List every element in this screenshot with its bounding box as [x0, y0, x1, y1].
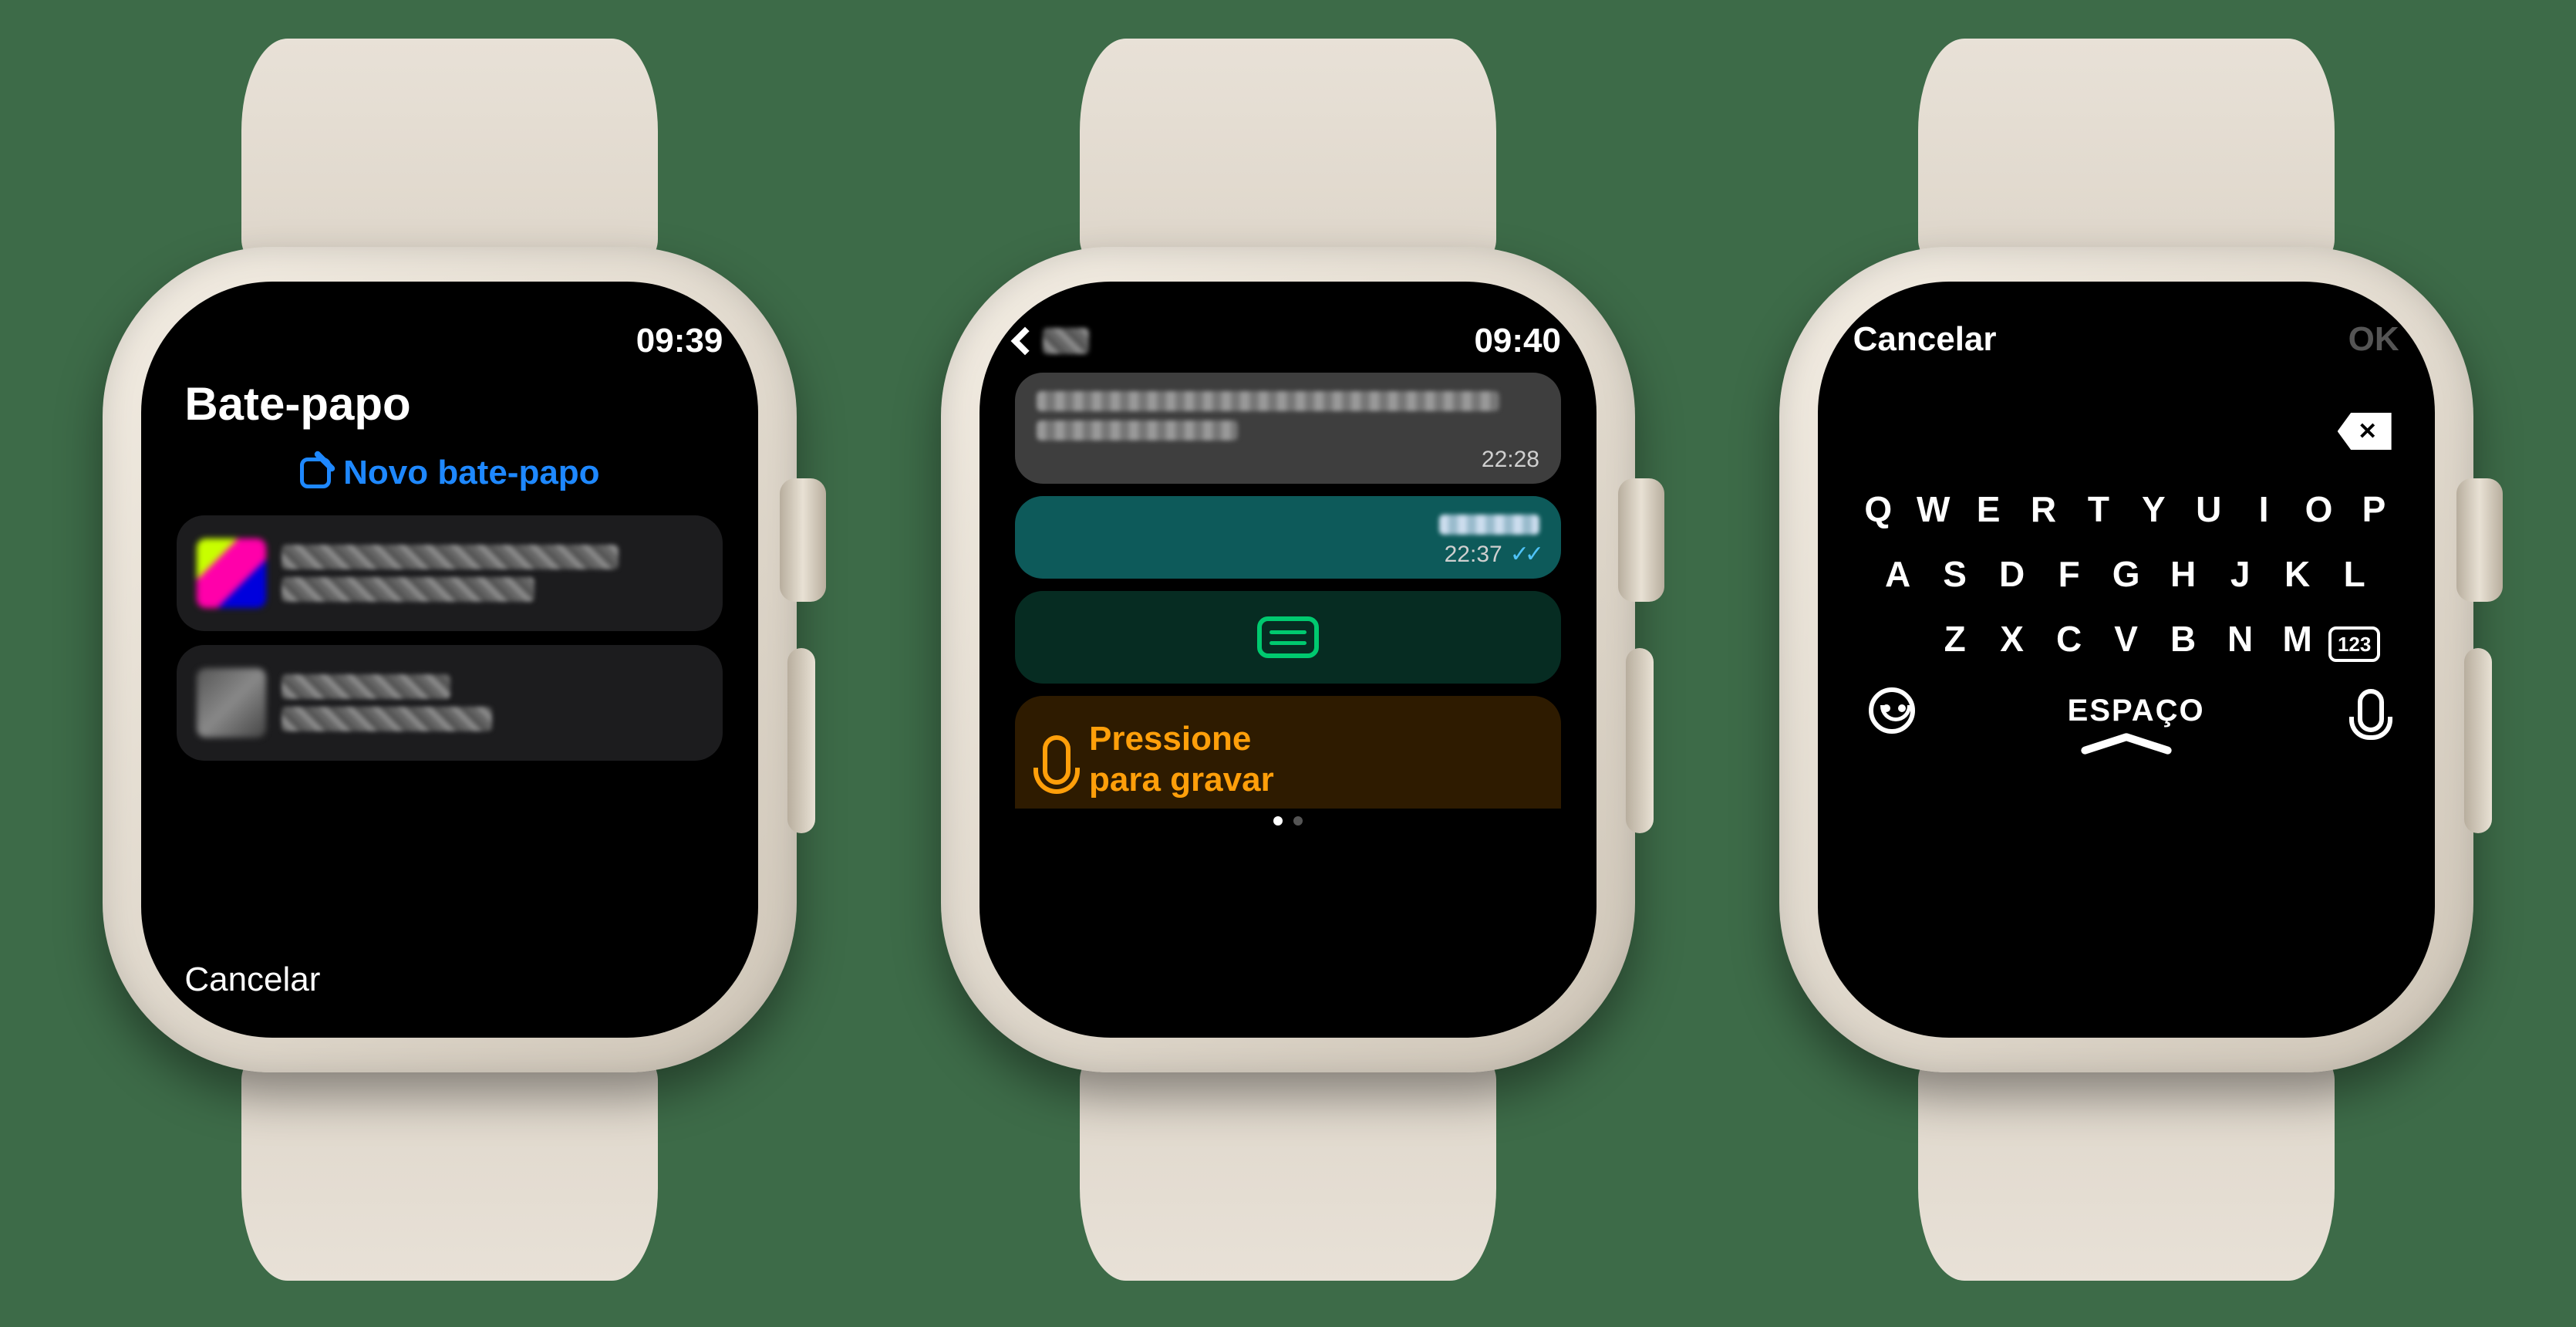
emoji-key[interactable]	[1869, 687, 1915, 734]
avatar	[197, 539, 266, 608]
band-bottom	[241, 1049, 658, 1281]
watch-3: Cancelar OK QWERTYUIOP ASDFGHJKL ZXCVBNM…	[1741, 39, 2512, 1288]
digital-crown[interactable]	[1618, 478, 1664, 602]
message-outgoing[interactable]: 22:37 ✓✓	[1015, 496, 1561, 579]
side-button[interactable]	[2464, 648, 2492, 833]
new-chat-button[interactable]: Novo bate-papo	[177, 454, 723, 492]
page-title: Bate-papo	[184, 377, 723, 431]
keyboard-icon	[1257, 616, 1319, 658]
key-t[interactable]: T	[2073, 488, 2123, 530]
cancel-button[interactable]: Cancelar	[184, 961, 723, 1007]
watch-2: 09:40 22:28 22:37 ✓✓	[902, 39, 1674, 1288]
keyboard-bottom-row: ESPAÇO	[1853, 687, 2399, 734]
digital-crown[interactable]	[2456, 478, 2503, 602]
key-v[interactable]: V	[2100, 618, 2153, 660]
message-time: 22:37	[1445, 542, 1502, 568]
key-d[interactable]: D	[1986, 553, 2038, 595]
band-bottom	[1918, 1049, 2335, 1281]
key-k[interactable]: K	[2271, 553, 2324, 595]
avatar	[197, 668, 266, 738]
key-e[interactable]: E	[1963, 488, 2013, 530]
cancel-button[interactable]: Cancelar	[1853, 320, 1997, 359]
key-n[interactable]: N	[2214, 618, 2267, 660]
keyboard-row-1: QWERTYUIOP	[1853, 488, 2399, 530]
clock: 09:39	[636, 322, 723, 360]
numbers-key[interactable]: 123	[2328, 618, 2381, 660]
key-f[interactable]: F	[2043, 553, 2096, 595]
record-voice-button[interactable]: Pressione para gravar	[1015, 696, 1561, 809]
key-y[interactable]: Y	[2129, 488, 2179, 530]
status-bar: 09:40	[1015, 320, 1561, 362]
keyboard-header: Cancelar OK	[1853, 320, 2399, 359]
side-button[interactable]	[787, 648, 815, 833]
key-u[interactable]: U	[2183, 488, 2234, 530]
ok-button[interactable]: OK	[2348, 320, 2399, 359]
backspace-key[interactable]	[2338, 413, 2392, 450]
key-o[interactable]: O	[2294, 488, 2344, 530]
band-top	[241, 39, 658, 270]
key-j[interactable]: J	[2214, 553, 2267, 595]
key-p[interactable]: P	[2348, 488, 2399, 530]
dictation-key[interactable]	[2358, 689, 2384, 732]
key-z[interactable]: Z	[1929, 618, 1981, 660]
key-s[interactable]: S	[1929, 553, 1981, 595]
key-x[interactable]: X	[1986, 618, 2038, 660]
keyboard-row-2: ASDFGHJKL	[1853, 553, 2399, 595]
chevron-left-icon	[1011, 327, 1040, 356]
key-m[interactable]: M	[2271, 618, 2324, 660]
clock: 09:40	[1474, 322, 1561, 360]
watch-1: 09:39 Bate-papo Novo bate-papo	[64, 39, 835, 1288]
watch-case: 09:39 Bate-papo Novo bate-papo	[103, 247, 797, 1072]
key-b[interactable]: B	[2157, 618, 2210, 660]
microphone-icon	[1043, 735, 1071, 785]
read-ticks-icon: ✓✓	[1510, 541, 1539, 568]
band-bottom	[1080, 1049, 1496, 1281]
keyboard-row-3: ZXCVBNM123	[1853, 618, 2399, 660]
chat-preview	[282, 674, 703, 731]
band-top	[1918, 39, 2335, 270]
watch-case: Cancelar OK QWERTYUIOP ASDFGHJKL ZXCVBNM…	[1779, 247, 2473, 1072]
record-label: Pressione para gravar	[1089, 719, 1274, 801]
page-indicator	[1015, 816, 1561, 826]
key-g[interactable]: G	[2100, 553, 2153, 595]
key-w[interactable]: W	[1908, 488, 1958, 530]
chat-preview	[282, 545, 703, 602]
open-keyboard-button[interactable]	[1015, 591, 1561, 684]
new-chat-label: Novo bate-papo	[343, 454, 599, 492]
key-r[interactable]: R	[2018, 488, 2069, 530]
status-bar: 09:39	[177, 320, 723, 362]
band-top	[1080, 39, 1496, 270]
shift-key[interactable]	[1872, 618, 1924, 660]
key-h[interactable]: H	[2157, 553, 2210, 595]
side-button[interactable]	[1626, 648, 1654, 833]
contact-name-redacted	[1043, 328, 1089, 354]
key-a[interactable]: A	[1872, 553, 1924, 595]
key-i[interactable]: I	[2238, 488, 2288, 530]
chat-list-item[interactable]	[177, 645, 723, 761]
keyboard: QWERTYUIOP ASDFGHJKL ZXCVBNM123	[1853, 488, 2399, 660]
key-q[interactable]: Q	[1853, 488, 1903, 530]
key-c[interactable]: C	[2043, 618, 2096, 660]
screen-keyboard: Cancelar OK QWERTYUIOP ASDFGHJKL ZXCVBNM…	[1818, 282, 2435, 1038]
screen-conversation: 09:40 22:28 22:37 ✓✓	[979, 282, 1597, 1038]
back-button[interactable]	[1015, 328, 1089, 354]
chat-list-item[interactable]	[177, 515, 723, 631]
space-key[interactable]: ESPAÇO	[2068, 694, 2205, 728]
chevron-up-icon	[2080, 734, 2173, 752]
screen-chat-list: 09:39 Bate-papo Novo bate-papo	[141, 282, 758, 1038]
digital-crown[interactable]	[780, 478, 826, 602]
swipe-up-indicator[interactable]	[1853, 734, 2399, 752]
message-incoming[interactable]: 22:28	[1015, 373, 1561, 484]
watch-case: 09:40 22:28 22:37 ✓✓	[941, 247, 1635, 1072]
key-l[interactable]: L	[2328, 553, 2381, 595]
message-time: 22:28	[1482, 447, 1539, 473]
compose-icon	[300, 458, 331, 488]
